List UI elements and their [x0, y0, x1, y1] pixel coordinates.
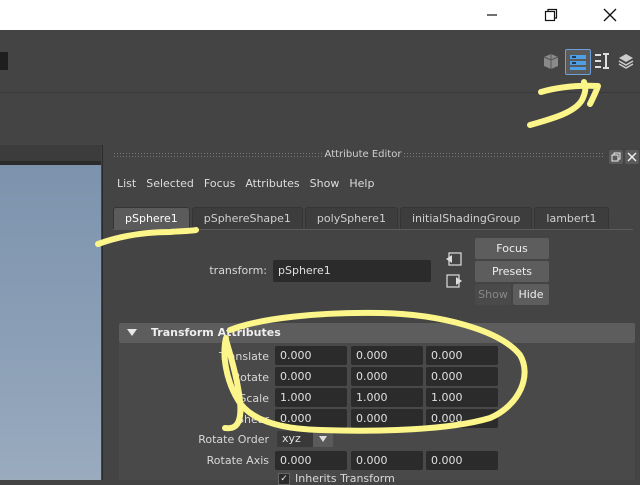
minimize-icon: [487, 14, 497, 16]
presets-button[interactable]: Presets: [475, 261, 549, 282]
rotate-axis-x-field[interactable]: 0.000: [275, 451, 347, 470]
close-icon: [603, 8, 617, 22]
menu-list[interactable]: List: [117, 177, 136, 191]
close-icon: [627, 152, 637, 162]
collapse-arrow-icon: [127, 329, 137, 336]
tab-lambert1[interactable]: lambert1: [534, 207, 609, 229]
translate-z-field[interactable]: 0.000: [426, 346, 498, 365]
scale-y-field[interactable]: 1.000: [351, 388, 423, 407]
float-panel-button[interactable]: [609, 150, 623, 164]
shear-z-field[interactable]: 0.000: [426, 409, 498, 428]
menu-show[interactable]: Show: [310, 177, 340, 191]
viewport-scene[interactable]: [0, 165, 101, 480]
rotate-order-label: Rotate Order: [198, 433, 269, 446]
rotate-y-field[interactable]: 0.000: [351, 367, 423, 386]
panel-title: Attribute Editor: [323, 149, 403, 160]
menu-focus[interactable]: Focus: [204, 177, 235, 191]
rotate-z-field[interactable]: 0.000: [426, 367, 498, 386]
transform-name-field[interactable]: pSphere1: [273, 260, 431, 282]
rotate-order-dropdown-arrow[interactable]: [313, 431, 333, 447]
viewport-header: [0, 145, 101, 161]
chevron-down-icon: [319, 436, 327, 442]
transform-label: transform:: [209, 264, 267, 277]
close-window-button[interactable]: [587, 0, 633, 30]
maximize-button[interactable]: [528, 0, 574, 30]
translate-y-field[interactable]: 0.000: [351, 346, 423, 365]
input-connections-icon[interactable]: [445, 251, 463, 267]
rotate-axis-label: Rotate Axis: [206, 454, 269, 467]
tab-psphere1[interactable]: pSphere1: [113, 207, 190, 229]
rotate-x-field[interactable]: 0.000: [275, 367, 347, 386]
translate-x-field[interactable]: 0.000: [275, 346, 347, 365]
menu-selected[interactable]: Selected: [146, 177, 194, 191]
float-icon: [611, 152, 621, 162]
scale-label: Scale: [239, 392, 269, 405]
window-title-bar: [0, 0, 640, 30]
tab-initialshadinggroup[interactable]: initialShadingGroup: [399, 207, 533, 229]
panel-drag-handle[interactable]: [113, 152, 323, 157]
menu-attributes[interactable]: Attributes: [245, 177, 299, 191]
status-line-field[interactable]: [0, 52, 8, 70]
node-tabs: pSphere1 pSphereShape1 polySphere1 initi…: [113, 207, 633, 229]
rotate-label: Rotate: [232, 371, 269, 384]
menu-help[interactable]: Help: [349, 177, 374, 191]
focus-button[interactable]: Focus: [475, 238, 549, 259]
translate-label: Translate: [219, 350, 269, 363]
hypershade-icon[interactable]: [540, 50, 562, 72]
inherits-transform-checkbox[interactable]: ✓: [278, 473, 290, 485]
close-panel-button[interactable]: [625, 150, 639, 164]
attribute-editor-toggle-icon[interactable]: [565, 49, 591, 75]
tab-psphereshape1[interactable]: pSphereShape1: [191, 207, 303, 229]
tool-settings-icon[interactable]: [591, 50, 613, 72]
scale-x-field[interactable]: 1.000: [275, 388, 347, 407]
minimize-button[interactable]: [469, 0, 515, 30]
attribute-editor-panel: Attribute Editor List Selected Focus Att…: [102, 145, 640, 485]
hide-button[interactable]: Hide: [513, 284, 549, 305]
panel-drag-handle-right[interactable]: [403, 152, 603, 157]
shear-x-field[interactable]: 0.000: [275, 409, 347, 428]
restore-icon: [544, 8, 558, 22]
inherits-transform-label: Inherits Transform: [295, 472, 395, 485]
attribute-editor-menu-bar: List Selected Focus Attributes Show Help: [117, 177, 384, 191]
channel-box-icon[interactable]: [615, 50, 637, 72]
rotate-axis-y-field[interactable]: 0.000: [351, 451, 423, 470]
scale-z-field[interactable]: 1.000: [426, 388, 498, 407]
transform-attributes-header[interactable]: Transform Attributes: [119, 323, 635, 343]
tab-polysphere1[interactable]: polySphere1: [304, 207, 398, 229]
shear-label: Shear: [237, 413, 269, 426]
viewport-panel[interactable]: [0, 145, 101, 480]
shelf: [0, 92, 640, 146]
shear-y-field[interactable]: 0.000: [351, 409, 423, 428]
show-button[interactable]: Show: [475, 284, 511, 305]
section-title: Transform Attributes: [151, 326, 281, 339]
output-connections-icon[interactable]: [445, 273, 463, 289]
tab-divider: [113, 229, 633, 230]
rotate-axis-z-field[interactable]: 0.000: [426, 451, 498, 470]
